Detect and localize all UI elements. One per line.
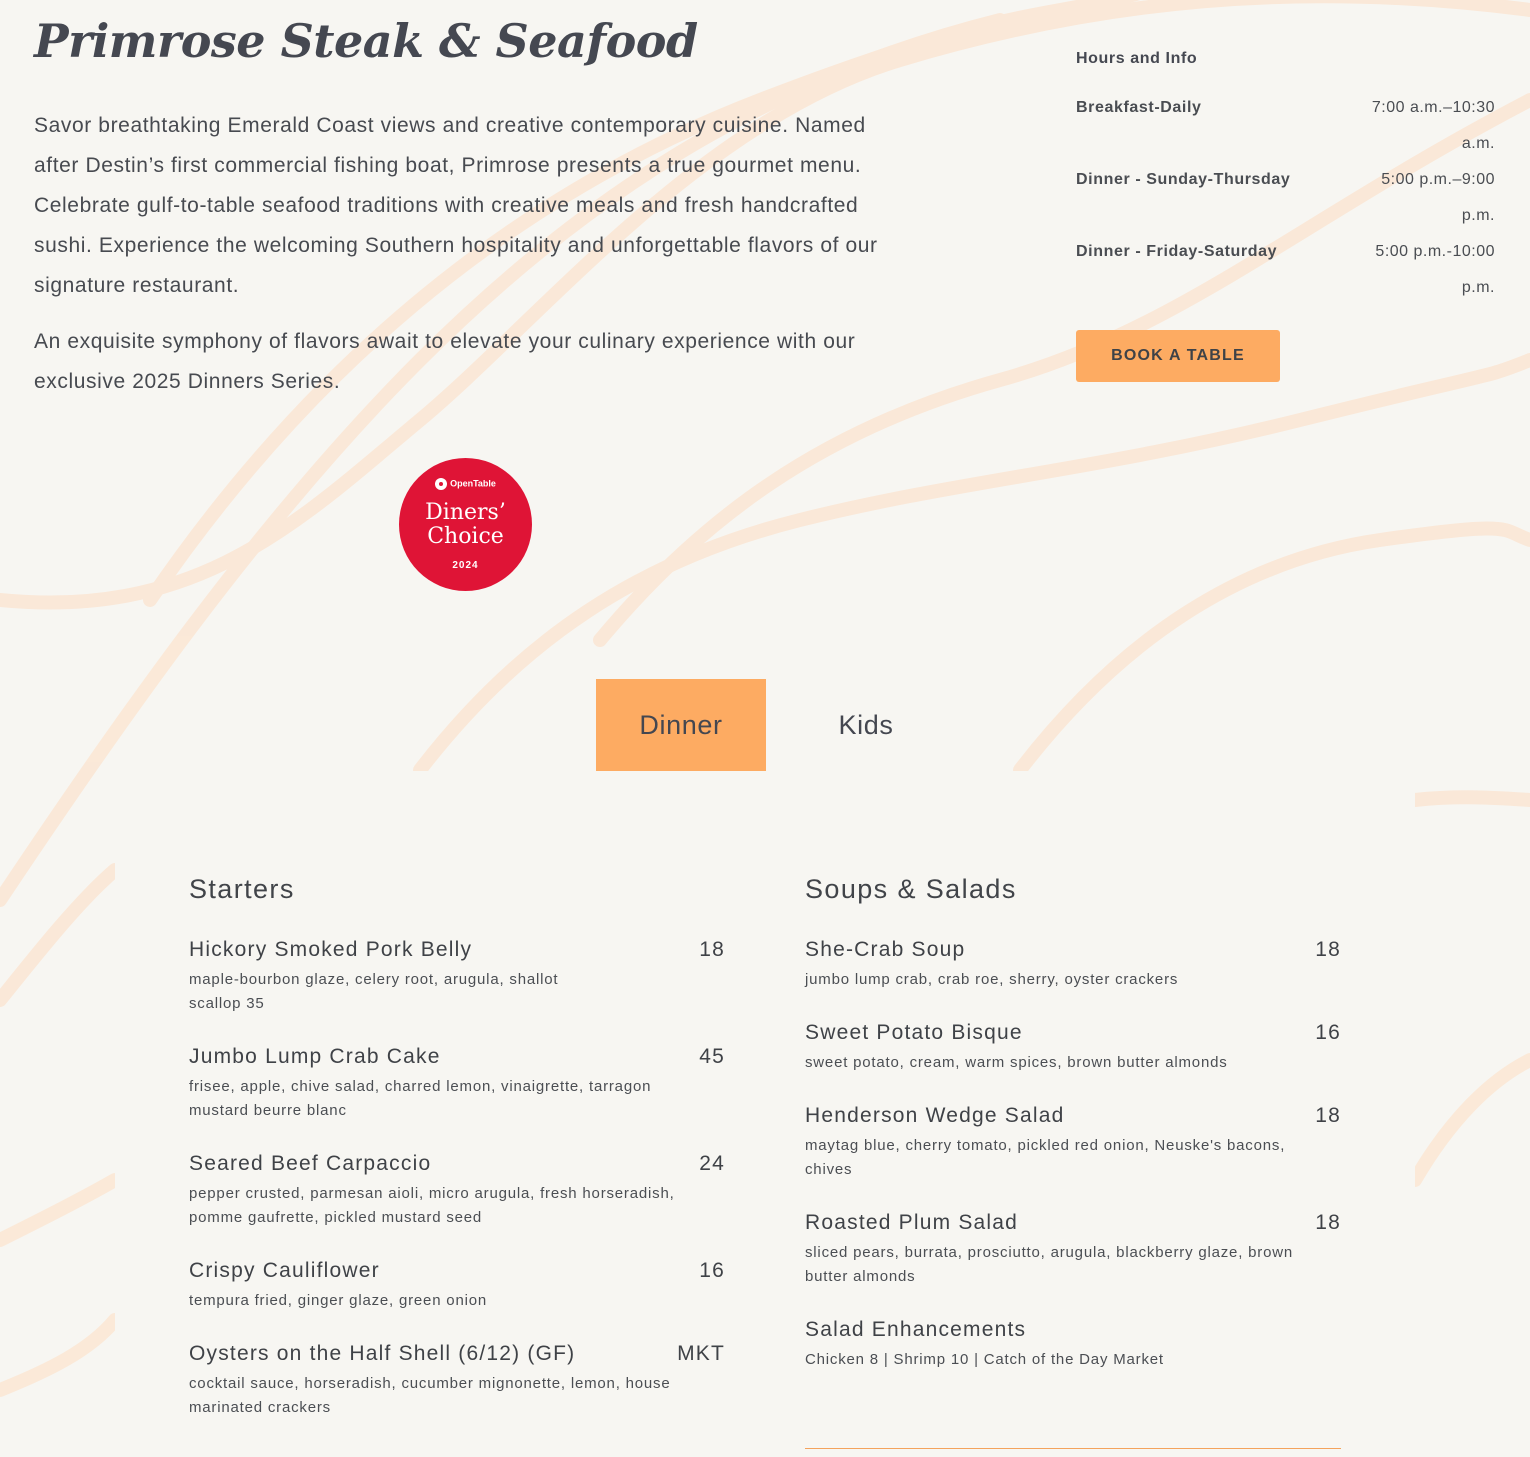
opentable-logo: OpenTable [399, 478, 532, 490]
item-description: maple-bourbon glaze, celery root, arugul… [189, 971, 559, 1012]
badge-title: Diners’ Choice [425, 500, 506, 549]
section-heading: Starters [189, 874, 295, 904]
section-divider [805, 1448, 1341, 1449]
item-price: 24 [699, 1152, 725, 1175]
intro-paragraph: An exquisite symphony of flavors await t… [34, 330, 856, 393]
menu-item: Jumbo Lump Crab Cake 45 frisee, apple, ch… [189, 1042, 725, 1123]
item-description: frisee, apple, chive salad, charred lemo… [189, 1078, 652, 1119]
item-name: Salad Enhancements [805, 1318, 1027, 1341]
item-name: Jumbo Lump Crab Cake [189, 1045, 441, 1068]
tab-dinner[interactable]: Dinner [596, 679, 766, 771]
badge-year: 2024 [452, 560, 479, 571]
tab-kids[interactable]: Kids [766, 679, 966, 771]
item-description: jumbo lump crab, crab roe, sherry, oyste… [805, 971, 1179, 988]
page-title: Primrose Steak & Seafood [34, 14, 698, 68]
menu-item: Sweet Potato Bisque 16 sweet potato, crea… [805, 1018, 1341, 1075]
intro-paragraph: Savor breathtaking Emerald Coast views a… [34, 114, 878, 297]
item-price: 18 [1315, 938, 1341, 961]
item-name: Henderson Wedge Salad [805, 1104, 1065, 1127]
item-description: Chicken 8 | Shrimp 10 | Catch of the Day… [805, 1351, 1164, 1368]
item-name: Oysters on the Half Shell (6/12) (GF) [189, 1342, 576, 1365]
item-price: 16 [699, 1259, 725, 1282]
item-name: Sweet Potato Bisque [805, 1021, 1023, 1044]
hours-row: Dinner - Friday-Saturday 5:00 p.m.-10:00… [1076, 243, 1495, 296]
item-price: 16 [1315, 1021, 1341, 1044]
menu-item: Seared Beef Carpaccio 24 pepper crusted, … [189, 1149, 725, 1230]
section-heading: Soups & Salads [805, 874, 1017, 904]
item-price: 18 [1315, 1104, 1341, 1127]
item-description: cocktail sauce, horseradish, cucumber mi… [189, 1375, 671, 1416]
item-description: sliced pears, burrata, prosciutto, arugu… [805, 1244, 1293, 1285]
item-price: 18 [699, 938, 725, 961]
menu-item: Henderson Wedge Salad 18 maytag blue, che… [805, 1101, 1341, 1182]
item-name: Hickory Smoked Pork Belly [189, 938, 473, 961]
menu-item: Oysters on the Half Shell (6/12) (GF) MKT… [189, 1339, 725, 1420]
menu-item: Roasted Plum Salad 18 sliced pears, burra… [805, 1208, 1341, 1289]
item-description: maytag blue, cherry tomato, pickled red … [805, 1137, 1286, 1178]
menu-item: Crispy Cauliflower 16 tempura fried, ging… [189, 1256, 725, 1313]
hours-row: Dinner - Sunday-Thursday 5:00 p.m.–9:00 p… [1076, 171, 1495, 224]
intro-text: Savor breathtaking Emerald Coast views a… [34, 106, 904, 418]
book-a-table-button[interactable]: BOOK A TABLE [1076, 330, 1280, 382]
item-name: Roasted Plum Salad [805, 1211, 1019, 1234]
item-name: She-Crab Soup [805, 938, 966, 961]
item-name: Crispy Cauliflower [189, 1259, 380, 1282]
menu-item: Hickory Smoked Pork Belly 18 maple-bourbo… [189, 935, 725, 1016]
item-price: 45 [699, 1045, 725, 1068]
item-description: tempura fried, ginger glaze, green onion [189, 1292, 488, 1309]
opentable-logo-icon [435, 478, 448, 490]
item-price: 18 [1315, 1211, 1341, 1234]
hours-heading: Hours and Info [1076, 50, 1198, 67]
menu-item: She-Crab Soup 18 jumbo lump crab, crab ro… [805, 935, 1341, 992]
opentable-diners-choice-badge: OpenTable Diners’ Choice 2024 [399, 458, 532, 591]
hours-and-info: Hours and Info Breakfast-Daily 7:00 a.m.… [1076, 50, 1495, 306]
item-name: Seared Beef Carpaccio [189, 1152, 432, 1175]
menu-item: Salad Enhancements Chicken 8 | Shrimp 10… [805, 1315, 1341, 1372]
hours-row: Breakfast-Daily 7:00 a.m.–10:30 a.m. [1076, 99, 1495, 152]
soups-salads-section: Soups & Salads She-Crab Soup 18 jumbo lum… [805, 874, 1341, 1398]
item-description: pepper crusted, parmesan aioli, micro ar… [189, 1185, 675, 1226]
starters-section: Starters Hickory Smoked Pork Belly 18 map… [189, 874, 725, 1446]
item-description: sweet potato, cream, warm spices, brown … [805, 1054, 1228, 1071]
menu-tabs: Dinner Kids [596, 679, 966, 771]
item-price: MKT [677, 1342, 725, 1365]
